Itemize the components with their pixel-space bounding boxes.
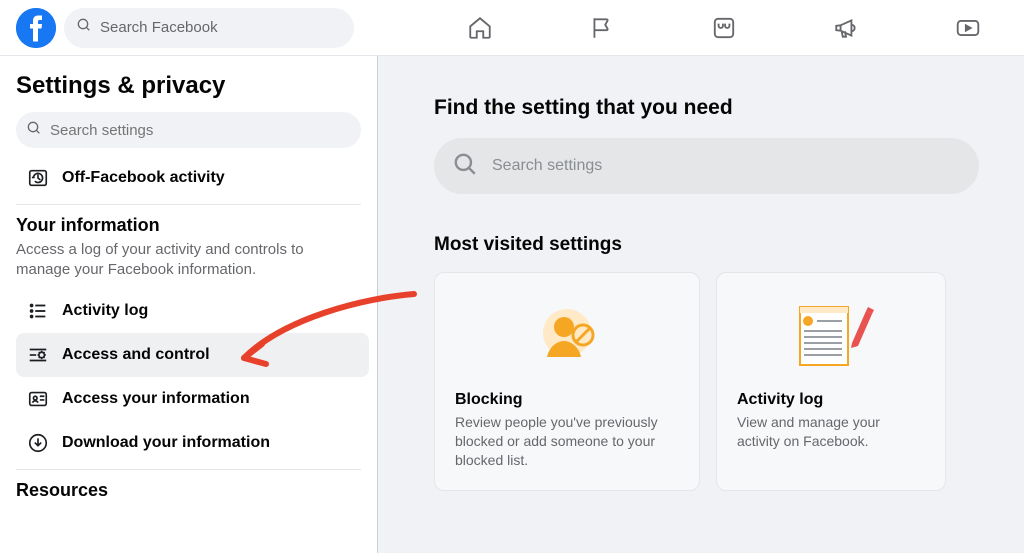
search-icon [26,120,42,141]
top-search-box[interactable] [64,8,354,48]
sidebar-item-access-control[interactable]: Access and control [16,333,369,377]
store-icon[interactable] [704,8,744,48]
sidebar-item-label: Off-Facebook activity [62,169,225,187]
sidebar: Settings & privacy Off-Facebook activity… [0,56,378,553]
sidebar-item-download-information[interactable]: Download your information [16,421,369,465]
home-icon[interactable] [460,8,500,48]
section-description: Access a log of your activity and contro… [16,240,356,281]
section-title-your-information: Your information [16,215,369,236]
sidebar-item-off-facebook[interactable]: Off-Facebook activity [16,156,369,200]
sidebar-title: Settings & privacy [16,72,369,100]
sliders-gear-icon [24,344,52,366]
top-nav [0,0,1024,56]
sidebar-item-label: Access and control [62,346,210,364]
main-heading: Find the setting that you need [434,96,1024,120]
section-title-resources: Resources [16,480,369,501]
download-icon [24,432,52,454]
megaphone-icon[interactable] [826,8,866,48]
sidebar-item-label: Activity log [62,302,148,320]
card-description: Review people you've previously blocked … [455,413,679,470]
divider [16,469,361,470]
card-title: Blocking [455,391,679,409]
sidebar-search-input[interactable] [50,122,351,139]
sidebar-item-access-information[interactable]: Access your information [16,377,369,421]
activity-log-illustration [737,299,925,371]
nav-icons [460,0,988,56]
main-search-box[interactable] [434,138,979,194]
main-search-input[interactable] [492,157,961,175]
search-icon [76,17,92,38]
blocking-illustration [455,299,679,371]
facebook-logo[interactable] [16,8,56,48]
sidebar-item-label: Access your information [62,390,250,408]
card-activity-log[interactable]: Activity log View and manage your activi… [716,272,946,491]
sidebar-item-activity-log[interactable]: Activity log [16,289,369,333]
flag-icon[interactable] [582,8,622,48]
search-icon [452,151,478,182]
id-card-icon [24,388,52,410]
sidebar-item-label: Download your information [62,434,270,452]
card-blocking[interactable]: Blocking Review people you've previously… [434,272,700,491]
divider [16,204,361,205]
card-description: View and manage your activity on Faceboo… [737,413,925,451]
history-icon [24,167,52,189]
subheading-most-visited: Most visited settings [434,234,1024,256]
main-content: Find the setting that you need Most visi… [378,56,1024,553]
list-icon [24,300,52,322]
video-icon[interactable] [948,8,988,48]
cards-row: Blocking Review people you've previously… [434,272,1024,491]
sidebar-search-box[interactable] [16,112,361,148]
top-search-input[interactable] [100,19,342,36]
card-title: Activity log [737,391,925,409]
